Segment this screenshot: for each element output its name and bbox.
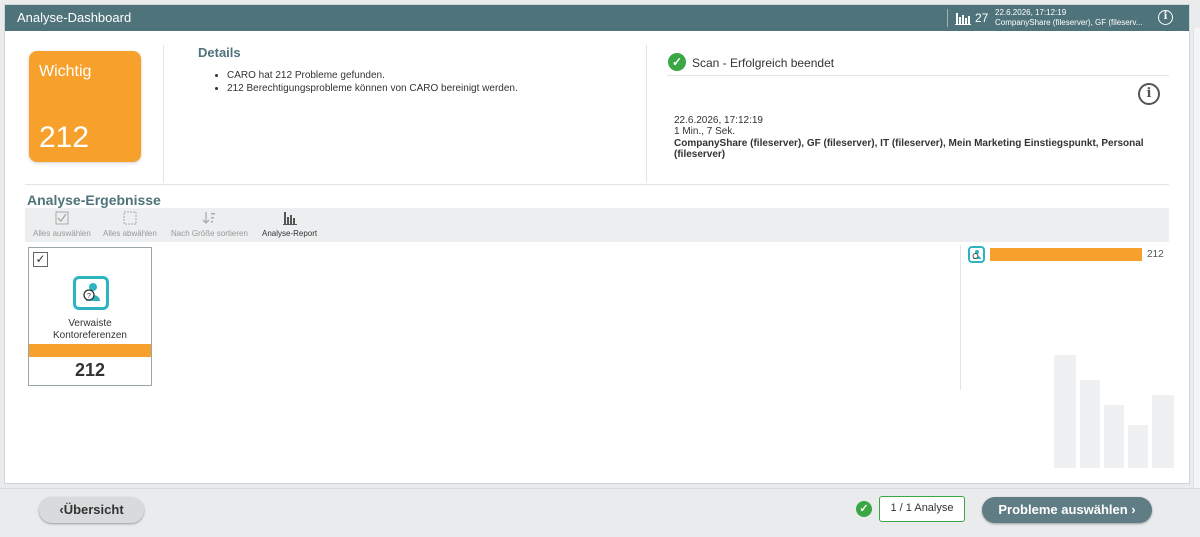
card-label-line: Kontoreferenzen — [53, 330, 127, 341]
divider — [0, 488, 1200, 489]
card-value: 212 — [74, 360, 106, 380]
select-problems-button[interactable]: Probleme auswählen › — [982, 497, 1152, 523]
scan-status: Scan - Erfolgreich beendet — [692, 56, 835, 70]
scan-info-icon[interactable]: i — [1138, 83, 1160, 105]
results-toolbar: Alles auswählen Alles abwählen Nach Größ… — [25, 208, 1169, 242]
orphaned-account-icon: ? — [73, 276, 109, 310]
scrollbar[interactable] — [1193, 28, 1200, 488]
chevron-right-icon: › — [1127, 502, 1136, 517]
checkbox-empty-icon — [123, 211, 137, 225]
divider — [25, 184, 1169, 185]
select-all-button[interactable]: Alles auswählen — [33, 211, 91, 238]
severity-label: Wichtig — [39, 63, 92, 80]
card-severity-bar — [29, 344, 151, 357]
checkbox-checked-icon — [55, 211, 69, 225]
scan-targets: CompanyShare (fileserver), GF (fileserve… — [674, 138, 1144, 160]
problem-count: 27 — [975, 11, 989, 25]
legend-value: 212 — [1147, 249, 1164, 260]
divider — [163, 45, 164, 183]
analysis-report-label: Analyse-Report — [262, 229, 318, 238]
card-checkbox[interactable]: ✓ — [33, 252, 48, 267]
sort-by-size-label: Nach Größe sortieren — [171, 229, 248, 238]
orphaned-account-legend-icon[interactable] — [968, 246, 985, 263]
info-icon[interactable]: i — [1158, 10, 1173, 25]
analysis-counter[interactable]: 1 / 1 Analyse — [879, 496, 965, 522]
scan-date: 22.6.2026, 17:12:19 — [674, 115, 763, 126]
card-label-line: Verwaiste — [68, 318, 112, 329]
select-problems-label: Probleme auswählen — [998, 502, 1128, 517]
report-icon — [282, 212, 297, 225]
result-card[interactable]: ✓ ? Verwaiste Kontoreferenzen 212 — [28, 247, 152, 386]
deselect-all-label: Alles abwählen — [103, 229, 157, 238]
divider — [667, 75, 1169, 76]
details-title: Details — [198, 45, 241, 60]
success-check-icon: ✓ — [856, 501, 872, 517]
deselect-all-button[interactable]: Alles abwählen — [103, 211, 157, 238]
dashboard-window: Analyse-Dashboard 27 22.6.2026, 17:12:19… — [4, 4, 1190, 484]
sort-icon — [202, 212, 216, 224]
title-scan-targets: CompanyShare (fileserver), GF (fileserv.… — [995, 18, 1143, 27]
bar-chart-icon[interactable] — [955, 11, 971, 25]
success-check-icon: ✓ — [668, 53, 686, 71]
divider — [646, 45, 647, 183]
legend-value-bar — [990, 248, 1142, 261]
window-title: Analyse-Dashboard — [17, 10, 132, 25]
select-all-label: Alles auswählen — [33, 229, 91, 238]
chart-watermark-icon — [1054, 355, 1174, 468]
details-item: CARO hat 212 Probleme gefunden. — [227, 69, 518, 82]
divider — [960, 245, 961, 390]
overview-label: Übersicht — [63, 502, 124, 517]
overview-button[interactable]: ‹Übersicht — [39, 497, 144, 523]
title-separator — [947, 9, 948, 27]
analysis-report-button[interactable]: Analyse-Report — [262, 211, 317, 238]
severity-value: 212 — [39, 121, 90, 154]
results-title: Analyse-Ergebnisse — [27, 192, 161, 208]
svg-text:?: ? — [87, 293, 91, 300]
severity-tile: Wichtig 212 — [29, 51, 141, 162]
scan-duration: 1 Min., 7 Sek. — [674, 126, 736, 137]
card-label: Verwaiste Kontoreferenzen — [29, 318, 151, 342]
title-scan-date: 22.6.2026, 17:12:19 — [995, 8, 1067, 17]
title-bar: Analyse-Dashboard 27 22.6.2026, 17:12:19… — [5, 5, 1189, 31]
title-scan-info: 22.6.2026, 17:12:19 CompanyShare (filese… — [995, 8, 1155, 28]
details-item: 212 Berechtigungsprobleme können von CAR… — [227, 82, 518, 95]
sort-by-size-button[interactable]: Nach Größe sortieren — [171, 211, 248, 238]
details-list: CARO hat 212 Probleme gefunden. 212 Bere… — [215, 69, 518, 95]
